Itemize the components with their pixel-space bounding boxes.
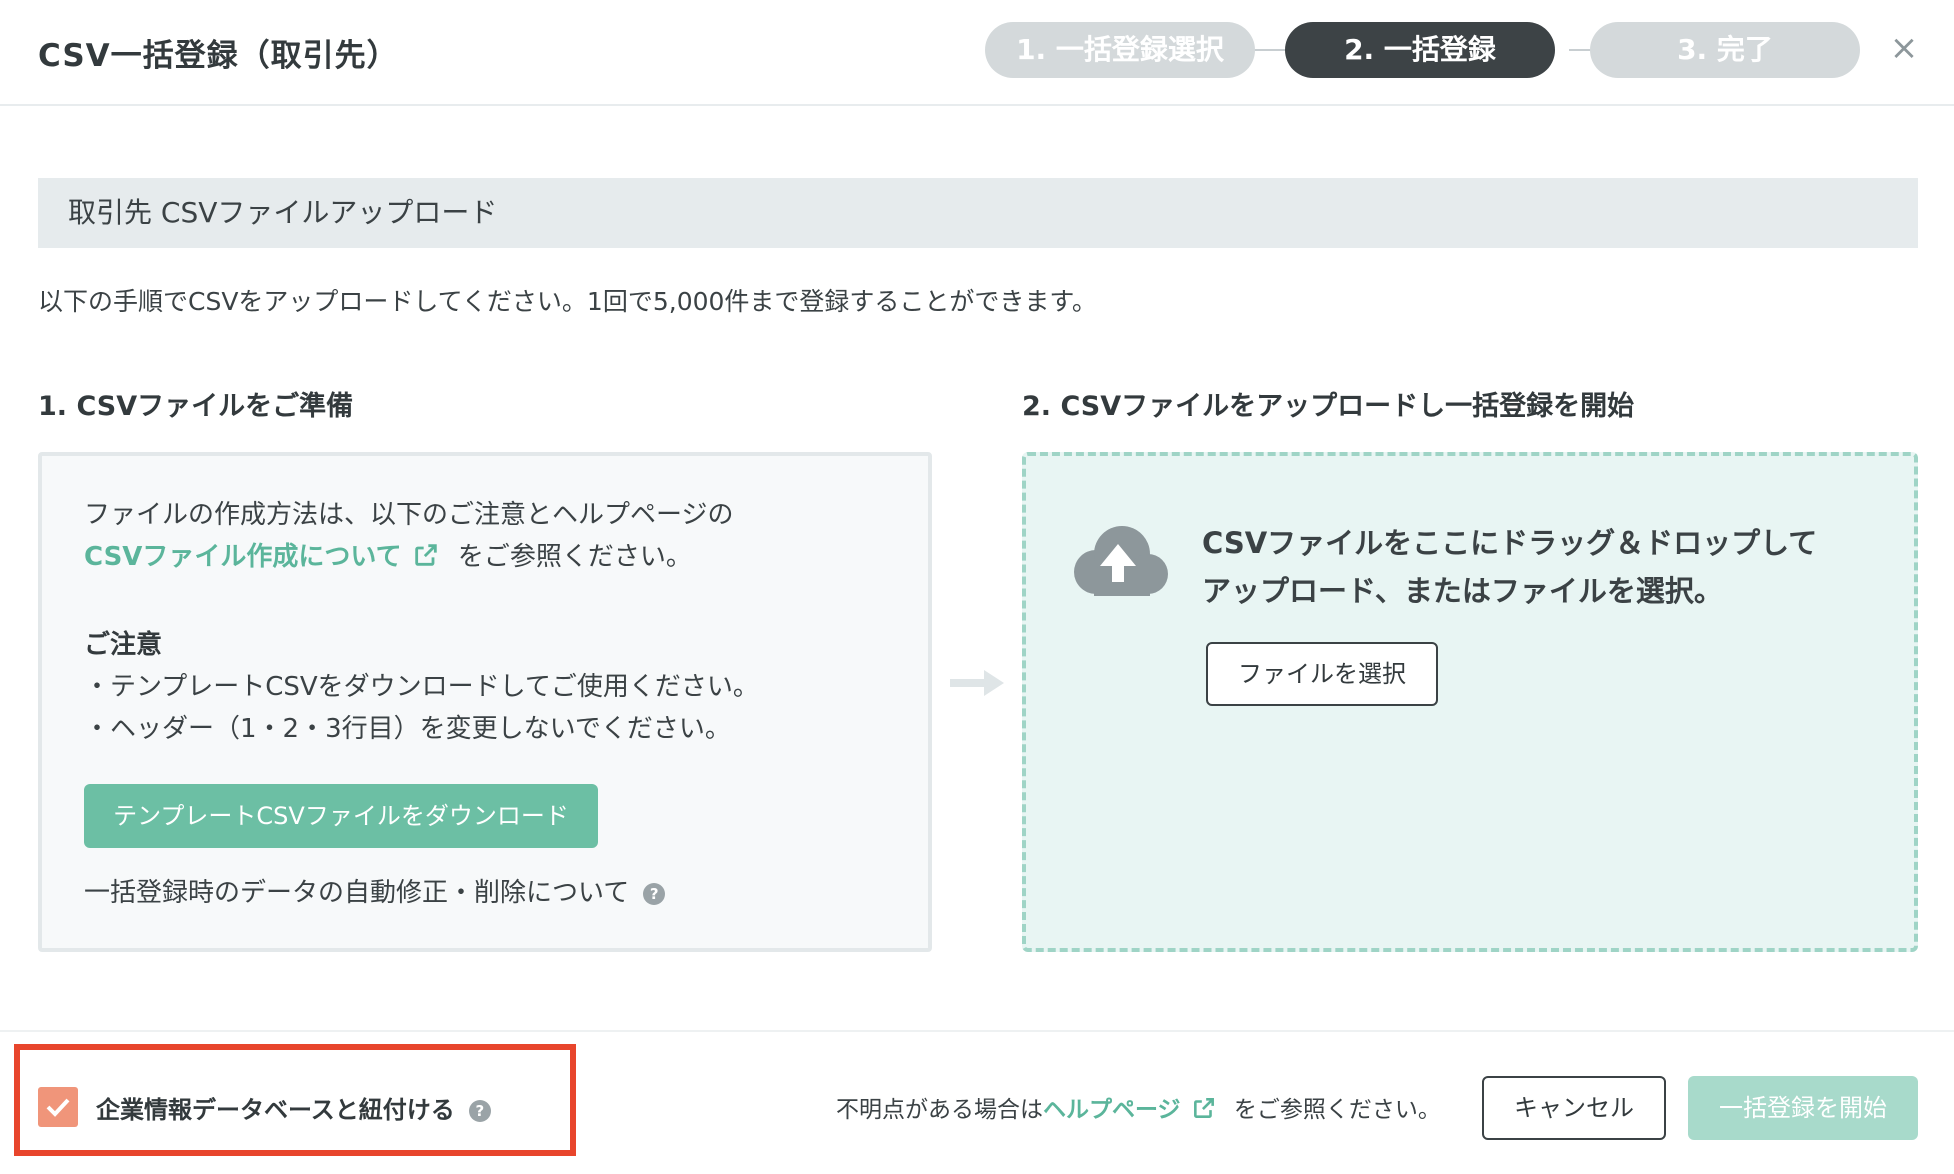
drop-instructions: CSVファイルをここにドラッグ＆ドロップして [1202,526,1818,560]
external-link-icon [1193,1098,1214,1118]
csv-drop-zone[interactable]: CSVファイルをここにドラッグ＆ドロップして アップロード、またはファイルを選択… [1022,452,1918,952]
intro-text: 以下の手順でCSVをアップロードしてください。1回で5,000件まで登録すること… [38,287,1097,316]
note-item: ・テンプレートCSVをダウンロードしてご使用ください。 [84,672,759,702]
help-icon[interactable]: ? [643,883,666,905]
section-title: 取引先 CSVファイルアップロード [38,178,1918,248]
cloud-upload-icon [1074,526,1168,596]
footer-help-prefix: 不明点がある場合は [836,1097,1043,1123]
select-file-button[interactable]: ファイルを選択 [1206,642,1438,706]
step-indicator: 1. 一括登録選択 2. 一括登録 3. 完了 [985,22,1875,78]
step-3: 3. 完了 [1590,22,1860,78]
arrow-right-icon [950,670,1004,696]
help-page-link[interactable]: ヘルプページ [1043,1097,1181,1123]
start-bulk-register-button[interactable]: 一括登録を開始 [1688,1076,1918,1140]
csv-prep-panel: ファイルの作成方法は、以下のご注意とヘルプページの CSVファイル作成について … [38,452,932,952]
prep-instructions-line2: CSVファイル作成について をご参照ください。 [84,536,692,573]
link-company-db-checkbox[interactable] [38,1087,78,1127]
step-2: 2. 一括登録 [1285,22,1555,78]
modal-title: CSV一括登録（取引先） [38,38,399,74]
link-company-db-label[interactable]: 企業情報データベースと紐付ける? [96,1090,491,1125]
modal-footer: 企業情報データベースと紐付ける? 不明点がある場合はヘルプページ をご参照くださ… [0,1030,1954,1174]
check-icon [46,1098,70,1117]
prep-instructions-line1: ファイルの作成方法は、以下のご注意とヘルプページの [84,500,734,530]
cancel-button[interactable]: キャンセル [1482,1076,1666,1140]
help-icon[interactable]: ? [468,1100,491,1122]
modal-header: CSV一括登録（取引先） 1. 一括登録選択 2. 一括登録 3. 完了 × [0,0,1954,106]
download-template-button[interactable]: テンプレートCSVファイルをダウンロード [84,784,598,848]
external-link-icon [414,544,437,566]
auto-fix-info: 一括登録時のデータの自動修正・削除について? [84,872,666,909]
csv-guide-link[interactable]: CSVファイル作成について [84,542,402,572]
prep-instructions-suffix: をご参照ください。 [457,542,692,572]
note-item: ・ヘッダー（1・2・3行目）を変更しないでください。 [84,714,731,744]
note-title: ご注意 [84,630,163,660]
step2-heading: 2. CSVファイルをアップロードし一括登録を開始 [1022,391,1635,422]
step-1: 1. 一括登録選択 [985,22,1255,78]
step1-heading: 1. CSVファイルをご準備 [38,391,354,422]
auto-fix-label: 一括登録時のデータの自動修正・削除について [84,878,630,908]
footer-help-suffix: をご参照ください。 [1233,1097,1441,1123]
close-icon[interactable]: × [1886,30,1922,66]
footer-help-text: 不明点がある場合はヘルプページ をご参照ください。 [836,1090,1441,1124]
drop-instructions: アップロード、またはファイルを選択。 [1202,574,1723,608]
checkbox-label-text: 企業情報データベースと紐付ける [96,1096,455,1124]
